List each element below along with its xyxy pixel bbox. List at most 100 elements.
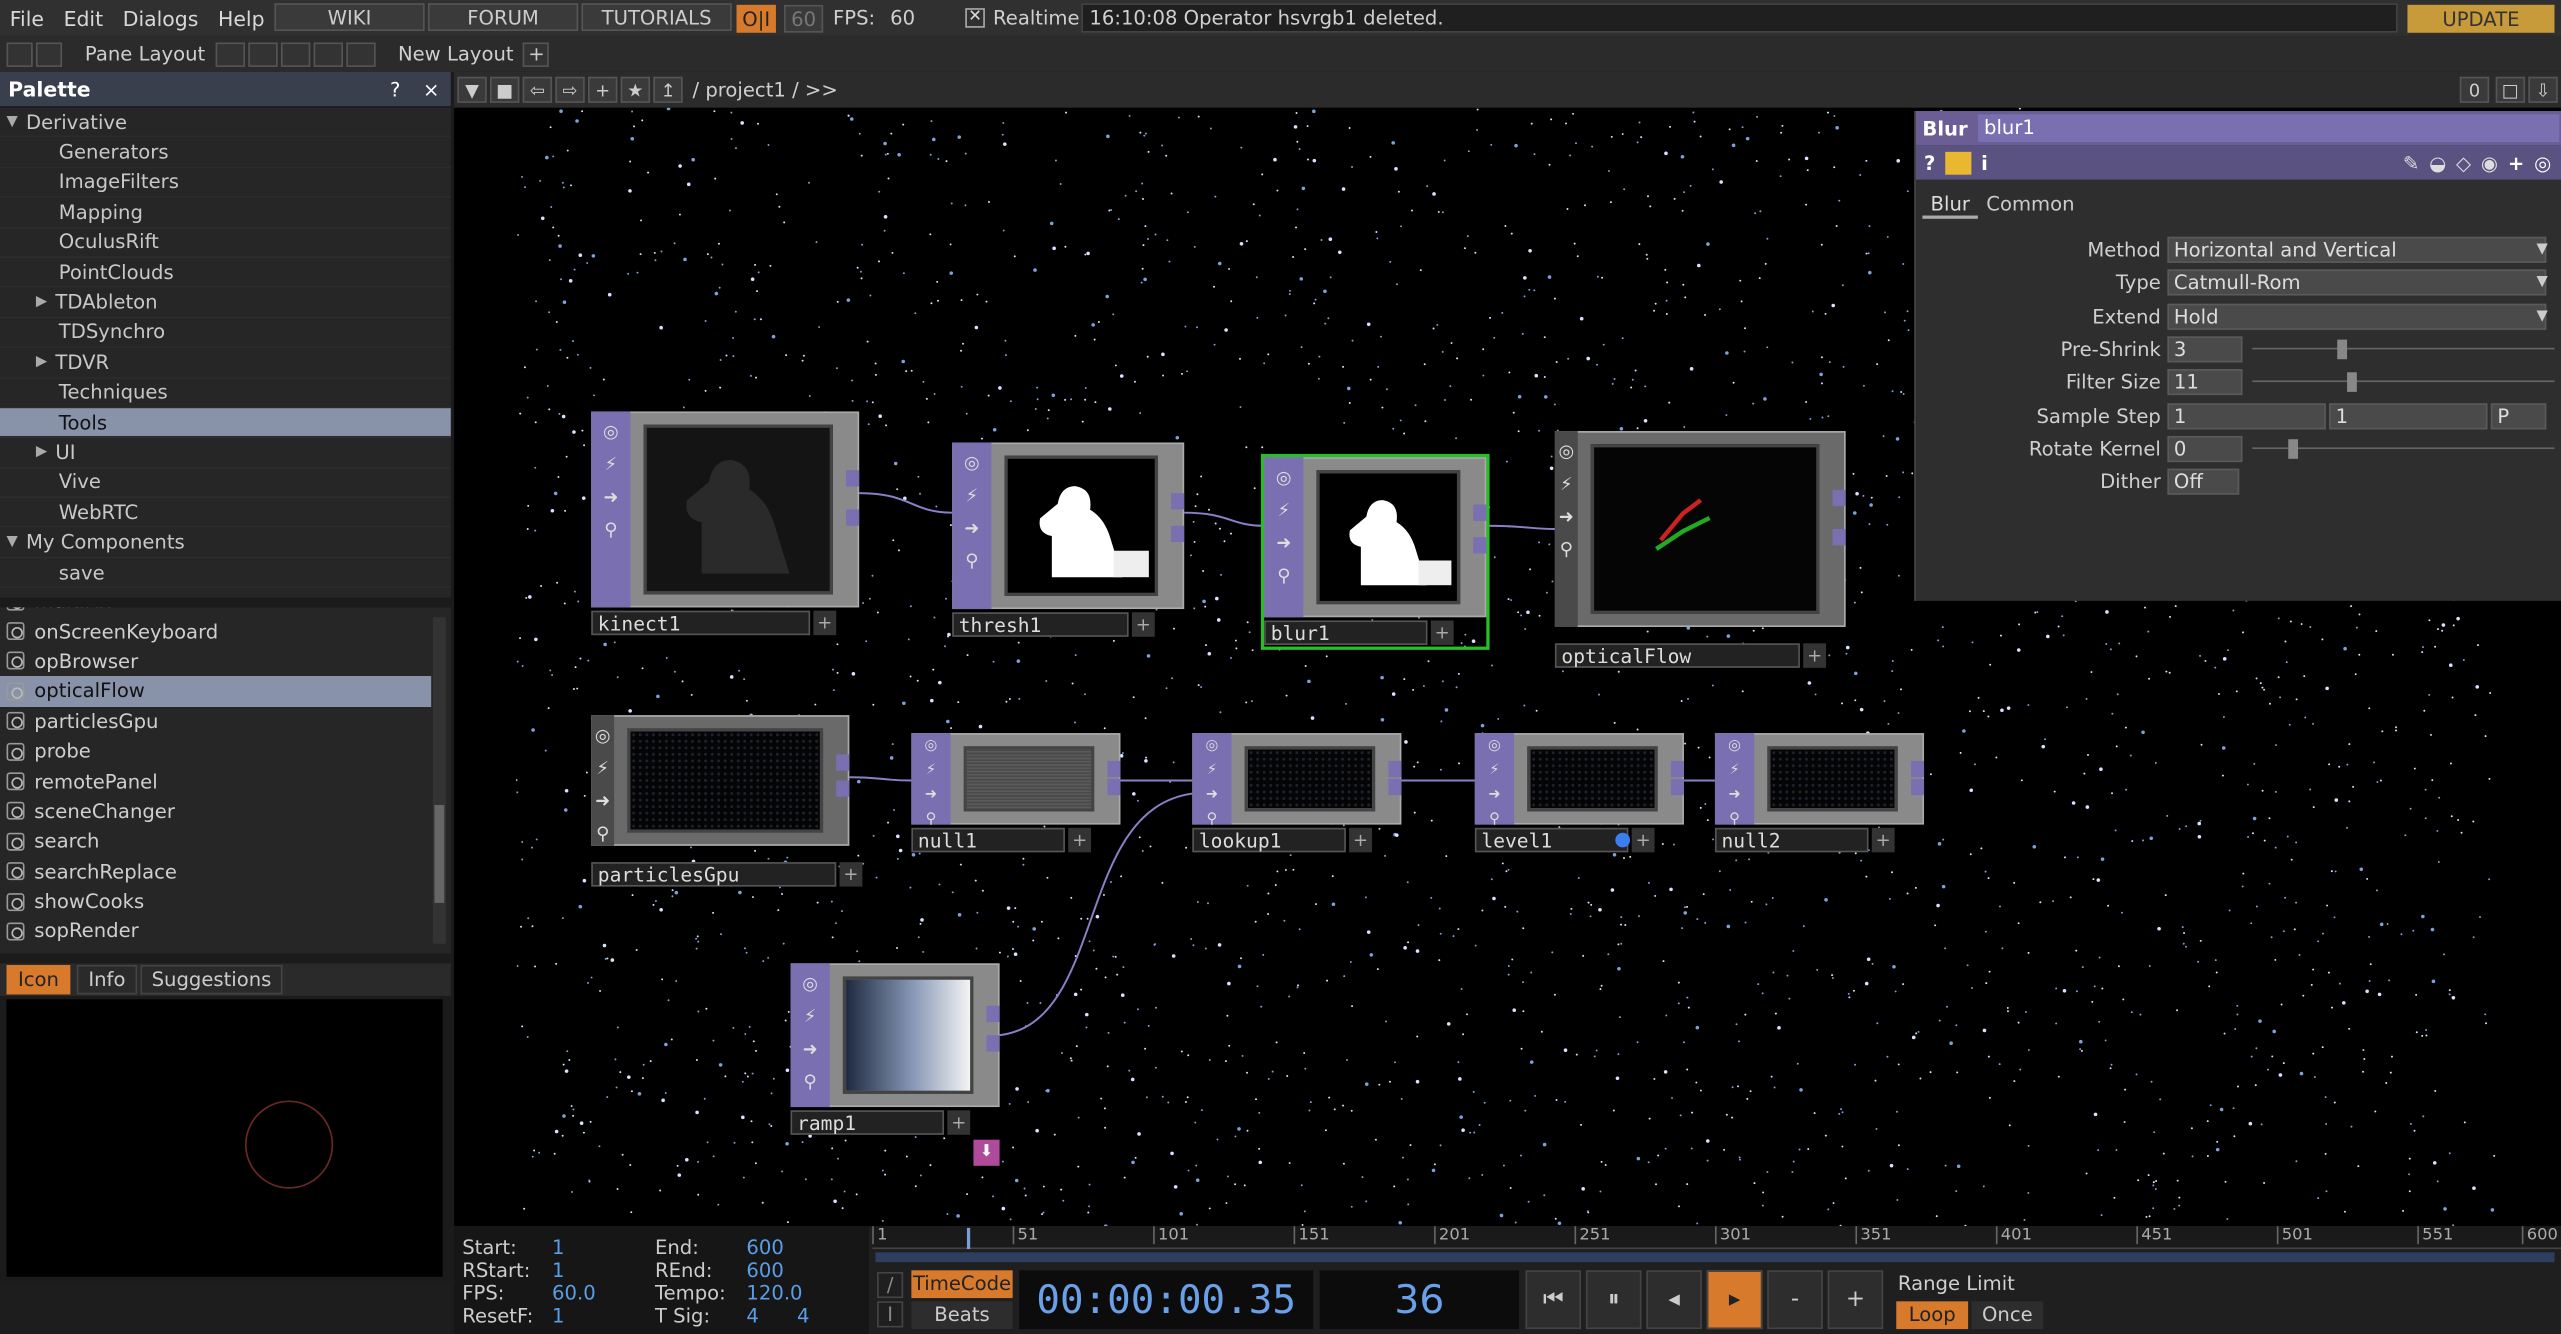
realtime-checkbox[interactable]: ✕ (965, 8, 985, 28)
param-field[interactable]: 11 (2167, 369, 2243, 396)
node-add-icon[interactable]: + (813, 610, 837, 636)
node-name[interactable]: opticalFlow (1554, 643, 1800, 668)
viewer-flag-icon[interactable]: ◎ (591, 725, 614, 748)
palette-close-button[interactable]: × (418, 78, 444, 101)
collapsed-arrow-icon[interactable]: ▶ (36, 294, 47, 310)
operator-node[interactable]: ◎ ⚡ ➜ ⚲ level1 + (1474, 733, 1684, 854)
bypass-flag-icon[interactable]: ⚡ (960, 485, 983, 508)
layout-single-icon[interactable] (215, 41, 245, 67)
add-layout-button[interactable]: + (523, 41, 550, 67)
start-value[interactable]: 1 (552, 1236, 564, 1259)
tree-item[interactable]: TDSynchro (0, 318, 451, 348)
lock-flag-icon[interactable]: ⚲ (591, 823, 614, 846)
tab-suggestions[interactable]: Suggestions (140, 964, 283, 995)
tsig-value-2[interactable]: 4 (797, 1305, 809, 1328)
node-add-icon[interactable]: + (1803, 643, 1827, 668)
viewer-flag-icon[interactable]: ◎ (960, 452, 983, 475)
bypass-flag-icon[interactable]: ⚡ (920, 759, 943, 782)
maximize-icon[interactable]: □ (2495, 76, 2526, 103)
lock-flag-icon[interactable]: ⚲ (960, 550, 983, 573)
tree-item[interactable]: ImageFilters (0, 168, 451, 198)
palette-scroll-thumb[interactable] (434, 804, 445, 903)
param-unit-menu[interactable]: P (2490, 402, 2547, 429)
list-item[interactable]: onScreenKeyboard (0, 616, 431, 646)
node-add-icon[interactable]: + (1871, 827, 1895, 853)
node-add-icon[interactable]: + (1631, 827, 1655, 853)
forward-icon[interactable]: ⇨ (555, 76, 585, 103)
pause-icon[interactable]: ⏸ (1585, 1270, 1642, 1330)
list-item[interactable]: searchReplace (0, 856, 431, 886)
tab-info[interactable]: Info (76, 964, 137, 995)
play-icon[interactable]: ▸ (1706, 1270, 1763, 1330)
node-name[interactable]: particlesGpu (591, 862, 837, 887)
tree-item[interactable]: ▶ UI (0, 438, 451, 469)
timecode-display[interactable]: 00:00:00.35 (1019, 1270, 1314, 1330)
display-flag-icon[interactable]: ➜ (799, 1038, 822, 1061)
node-name[interactable]: blur1 (1264, 620, 1428, 645)
playhead[interactable] (966, 1227, 971, 1250)
layout-quad-icon[interactable] (313, 41, 343, 67)
list-item[interactable]: search (0, 826, 431, 856)
tree-item[interactable]: ▶ TDAbleton (0, 288, 451, 318)
tree-item[interactable]: ▼ My Components (0, 528, 451, 559)
viewer-flag-icon[interactable]: ◎ (920, 735, 943, 758)
collapsed-arrow-icon[interactable]: ▶ (36, 444, 47, 460)
output-connector[interactable] (1388, 760, 1402, 777)
timecode-toggle[interactable]: TimeCode (911, 1270, 1013, 1299)
output-connector[interactable] (1171, 492, 1185, 509)
param-slider[interactable] (2252, 347, 2555, 350)
step-plus-icon[interactable]: + (1827, 1270, 1884, 1330)
operator-node[interactable]: ◎ ⚡ ➜ ⚲ opticalFlow + (1554, 431, 1846, 668)
info-icon[interactable]: i (1981, 151, 1988, 174)
pane-icon[interactable] (6, 41, 33, 67)
menu-edit[interactable]: Edit (54, 6, 113, 30)
bypass-flag-icon[interactable]: ⚡ (1555, 474, 1578, 497)
param-field[interactable]: 0 (2167, 435, 2243, 462)
lock-flag-icon[interactable]: ⚲ (599, 519, 622, 542)
tree-item[interactable]: ▼ Derivative (0, 108, 451, 138)
dropdown-arrow-icon[interactable]: ▼ (2537, 242, 2548, 258)
up-icon[interactable]: ↥ (653, 76, 683, 103)
operator-node[interactable]: ◎ ⚡ ➜ ⚲ lookup1 + (1192, 733, 1402, 854)
help-icon[interactable]: ? (1924, 151, 1935, 174)
param-op-name[interactable]: blur1 (1977, 114, 2559, 143)
bypass-flag-icon[interactable]: ⚡ (1200, 759, 1223, 782)
tree-item[interactable]: Techniques (0, 378, 451, 409)
tutorials-button[interactable]: TUTORIALS (581, 3, 732, 32)
dropdown-arrow-icon[interactable]: ▼ (2537, 308, 2548, 324)
rstart-value[interactable]: 1 (552, 1259, 564, 1282)
python-icon[interactable]: ◉ (2481, 151, 2498, 174)
collapsed-arrow-icon[interactable]: ▶ (36, 354, 47, 370)
display-flag-icon[interactable]: ➜ (1483, 784, 1506, 807)
fps-info-value[interactable]: 60.0 (552, 1282, 596, 1305)
wire[interactable] (1184, 511, 1265, 527)
menu-file[interactable]: File (0, 6, 54, 30)
skip-start-icon[interactable]: ⏮ (1525, 1270, 1582, 1330)
output-connector[interactable] (836, 754, 850, 771)
output-connector[interactable] (1473, 537, 1487, 554)
oi-button[interactable]: O|I (736, 4, 776, 33)
output-connector[interactable] (1670, 760, 1684, 777)
output-connector[interactable] (986, 1035, 1000, 1052)
palette-help-button[interactable]: ? (382, 78, 408, 101)
wire[interactable] (849, 776, 912, 782)
download-icon[interactable]: ⬇ (973, 1139, 1000, 1166)
node-name[interactable]: null1 (911, 827, 1065, 853)
node-name[interactable]: thresh1 (952, 612, 1129, 637)
viewer-flag-icon[interactable]: ◎ (1272, 467, 1295, 490)
tempo-value[interactable]: 120.0 (746, 1282, 802, 1305)
param-field-2[interactable]: 1 (2329, 402, 2488, 429)
rend-value[interactable]: 600 (746, 1259, 783, 1282)
loop-toggle[interactable]: Loop (1896, 1301, 1969, 1330)
output-connector[interactable] (1832, 529, 1846, 546)
operator-node[interactable]: ◎ ⚡ ➜ ⚲ thresh1 + (952, 442, 1185, 638)
bypass-flag-icon[interactable]: ⚡ (799, 1006, 822, 1029)
node-name[interactable]: lookup1 (1192, 827, 1346, 853)
param-field[interactable]: 1 (2167, 402, 2326, 429)
list-item[interactable]: remotePanel (0, 766, 431, 796)
bypass-flag-icon[interactable]: ⚡ (599, 454, 622, 477)
node-add-icon[interactable]: + (1131, 612, 1155, 637)
output-connector[interactable] (836, 780, 850, 797)
list-item[interactable]: particlesGpu (0, 706, 431, 736)
output-connector[interactable] (986, 1006, 1000, 1023)
